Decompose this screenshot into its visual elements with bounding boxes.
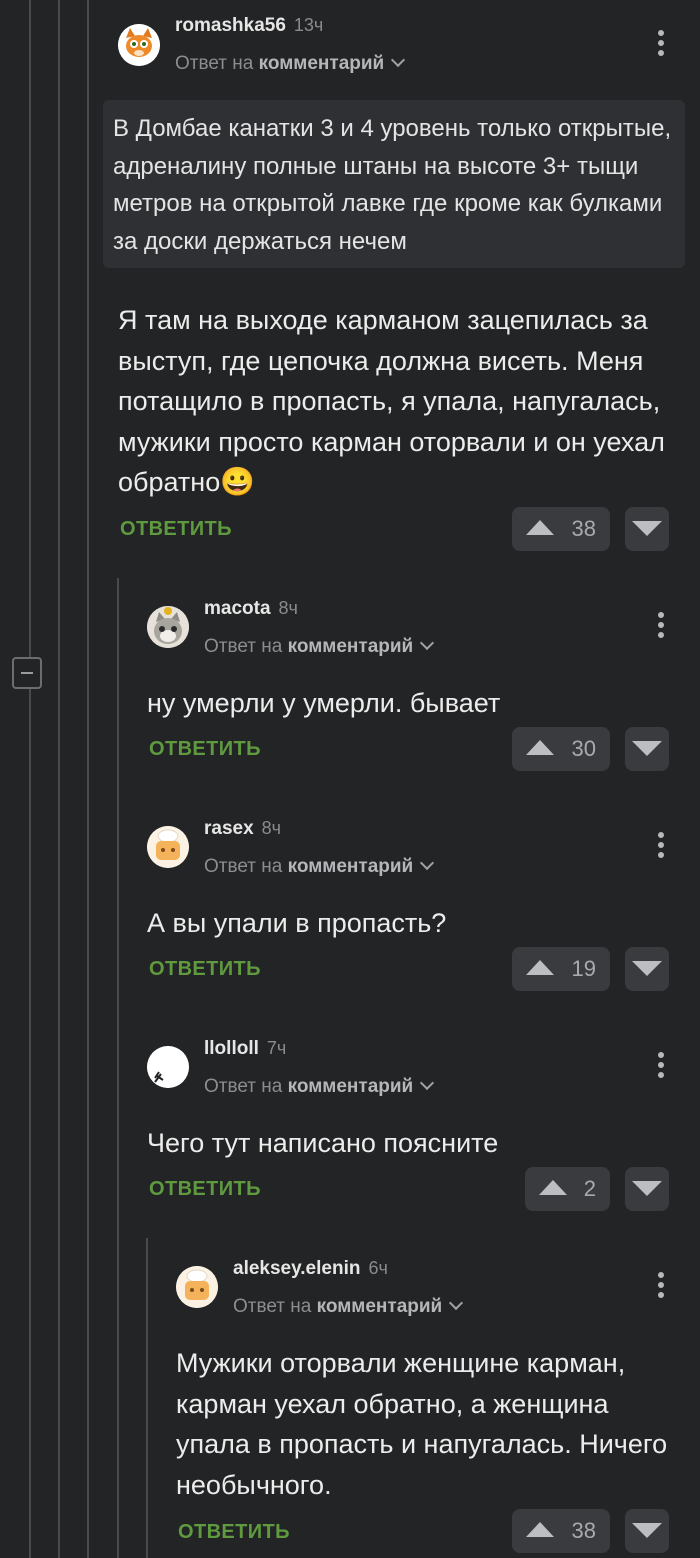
reply-button[interactable]: ОТВЕТИТЬ	[149, 1178, 261, 1201]
more-options-icon[interactable]	[657, 30, 665, 60]
reply-to-link[interactable]: Ответ на комментарий	[233, 1295, 464, 1318]
author-name[interactable]: aleksey.elenin	[233, 1258, 360, 1279]
comment-text: Я там на выходе карманом зацепилась за в…	[118, 300, 678, 503]
more-options-icon[interactable]	[657, 1052, 665, 1082]
author-name[interactable]: macota	[204, 598, 271, 619]
thread-line	[29, 0, 31, 1558]
chevron-down-icon[interactable]	[420, 1075, 435, 1091]
downvote-button[interactable]	[625, 507, 669, 551]
comment-time: 8ч	[261, 818, 282, 838]
reply-prefix: Ответ на	[175, 53, 254, 74]
avatar[interactable]	[147, 1046, 189, 1088]
author-name[interactable]: llolloll	[204, 1038, 259, 1059]
reply-prefix: Ответ на	[204, 636, 283, 657]
comment-time: 13ч	[293, 15, 324, 35]
reply-to-link[interactable]: Ответ на комментарий	[204, 635, 435, 658]
more-options-icon[interactable]	[657, 612, 665, 642]
comment-text: ну умерли у умерли. бывает	[147, 688, 501, 718]
upvote-icon	[526, 960, 554, 975]
upvote-button[interactable]: 38	[512, 507, 610, 551]
avatar[interactable]	[118, 24, 160, 66]
chevron-down-icon[interactable]	[420, 855, 435, 871]
comment-time: 6ч	[368, 1258, 388, 1278]
insect-avatar-icon	[147, 1046, 189, 1088]
author-name[interactable]: romashka56	[175, 15, 286, 36]
comment-author[interactable]: macota 8ч	[204, 598, 298, 620]
avatar[interactable]	[176, 1266, 218, 1308]
rating-count: 38	[571, 1518, 596, 1543]
rating-count: 19	[571, 956, 596, 981]
chevron-down-icon[interactable]	[449, 1295, 464, 1311]
downvote-button[interactable]	[625, 1509, 669, 1553]
comment-text: Мужики оторвали женщине карман, карман у…	[176, 1348, 668, 1500]
default-avatar-icon	[147, 826, 189, 868]
rating-count: 38	[571, 516, 596, 541]
reply-to-link[interactable]: Ответ на комментарий	[204, 1075, 435, 1098]
comment-author[interactable]: romashka56 13ч	[175, 15, 323, 37]
upvote-button[interactable]: 30	[512, 727, 610, 771]
reply-target[interactable]: комментарий	[288, 1076, 414, 1097]
comment-author[interactable]: llolloll 7ч	[204, 1038, 286, 1060]
reply-button[interactable]: ОТВЕТИТЬ	[178, 1521, 290, 1544]
comment-time: 7ч	[266, 1038, 287, 1058]
downvote-icon	[632, 741, 662, 756]
upvote-icon	[526, 740, 554, 755]
comment-text: А вы упали в пропасть?	[147, 908, 447, 938]
avatar[interactable]	[147, 826, 189, 868]
upvote-icon	[539, 1180, 567, 1195]
collapse-thread-button[interactable]	[12, 657, 42, 689]
downvote-icon	[632, 521, 662, 536]
upvote-button[interactable]: 38	[512, 1509, 610, 1553]
reply-prefix: Ответ на	[204, 1076, 283, 1097]
reply-prefix: Ответ на	[233, 1296, 312, 1317]
comment-author[interactable]: rasex 8ч	[204, 818, 281, 840]
reply-target[interactable]: комментарий	[317, 1296, 443, 1317]
thread-line	[146, 1238, 148, 1558]
minus-icon	[21, 672, 33, 674]
comment-time: 8ч	[278, 598, 298, 618]
downvote-button[interactable]	[625, 1167, 669, 1211]
more-options-icon[interactable]	[657, 1272, 665, 1302]
reply-target[interactable]: комментарий	[288, 856, 414, 877]
upvote-button[interactable]: 19	[512, 947, 610, 991]
upvote-icon	[526, 1522, 554, 1537]
cat-avatar-icon	[147, 606, 189, 648]
chevron-down-icon[interactable]	[391, 52, 406, 68]
comment-text-content: Я там на выходе карманом зацепилась за в…	[118, 305, 665, 497]
thread-line	[58, 0, 60, 1558]
more-options-icon[interactable]	[657, 832, 665, 862]
fox-avatar-icon	[118, 24, 160, 66]
upvote-icon	[526, 520, 554, 535]
avatar[interactable]	[147, 606, 189, 648]
downvote-icon	[632, 1181, 662, 1196]
chevron-down-icon[interactable]	[420, 635, 435, 651]
downvote-button[interactable]	[625, 947, 669, 991]
rating-count: 2	[583, 1176, 596, 1201]
comment-text: Чего тут написано поясните	[147, 1128, 499, 1158]
reply-button[interactable]: ОТВЕТИТЬ	[120, 518, 232, 541]
reply-to-link[interactable]: Ответ на комментарий	[175, 52, 406, 75]
rating-count: 30	[571, 736, 596, 761]
downvote-icon	[632, 1523, 662, 1538]
reply-button[interactable]: ОТВЕТИТЬ	[149, 958, 261, 981]
author-name[interactable]: rasex	[204, 818, 254, 839]
reply-to-link[interactable]: Ответ на комментарий	[204, 855, 435, 878]
grinning-emoji-icon: 😀	[220, 466, 256, 497]
downvote-button[interactable]	[625, 727, 669, 771]
upvote-button[interactable]: 2	[525, 1167, 610, 1211]
reply-target[interactable]: комментарий	[259, 53, 385, 74]
comment-author[interactable]: aleksey.elenin 6ч	[233, 1258, 388, 1280]
downvote-icon	[632, 961, 662, 976]
reply-target[interactable]: комментарий	[288, 636, 414, 657]
reply-prefix: Ответ на	[204, 856, 283, 877]
thread-line	[87, 0, 89, 1558]
reply-button[interactable]: ОТВЕТИТЬ	[149, 738, 261, 761]
default-avatar-icon	[176, 1266, 218, 1308]
thread-line	[117, 578, 119, 1558]
quoted-text: В Домбае канатки 3 и 4 уровень только от…	[103, 100, 685, 268]
